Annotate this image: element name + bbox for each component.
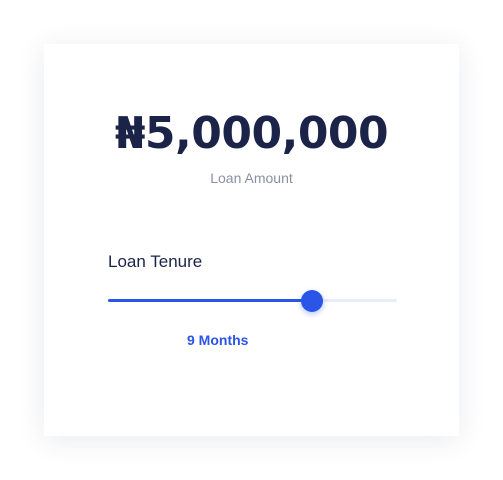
loan-amount-label: Loan Amount: [210, 170, 293, 186]
loan-tenure-label: Loan Tenure: [108, 252, 203, 271]
loan-amount-value: ₦5,000,000: [114, 108, 389, 159]
loan-tenure-value: 9 Months: [187, 332, 249, 348]
loan-tenure-slider[interactable]: [108, 290, 397, 312]
slider-thumb[interactable]: [300, 290, 323, 312]
loan-calculator-card: ₦5,000,000 Loan Amount Loan Tenure 9 Mon…: [44, 44, 459, 436]
slider-fill: [108, 299, 312, 302]
